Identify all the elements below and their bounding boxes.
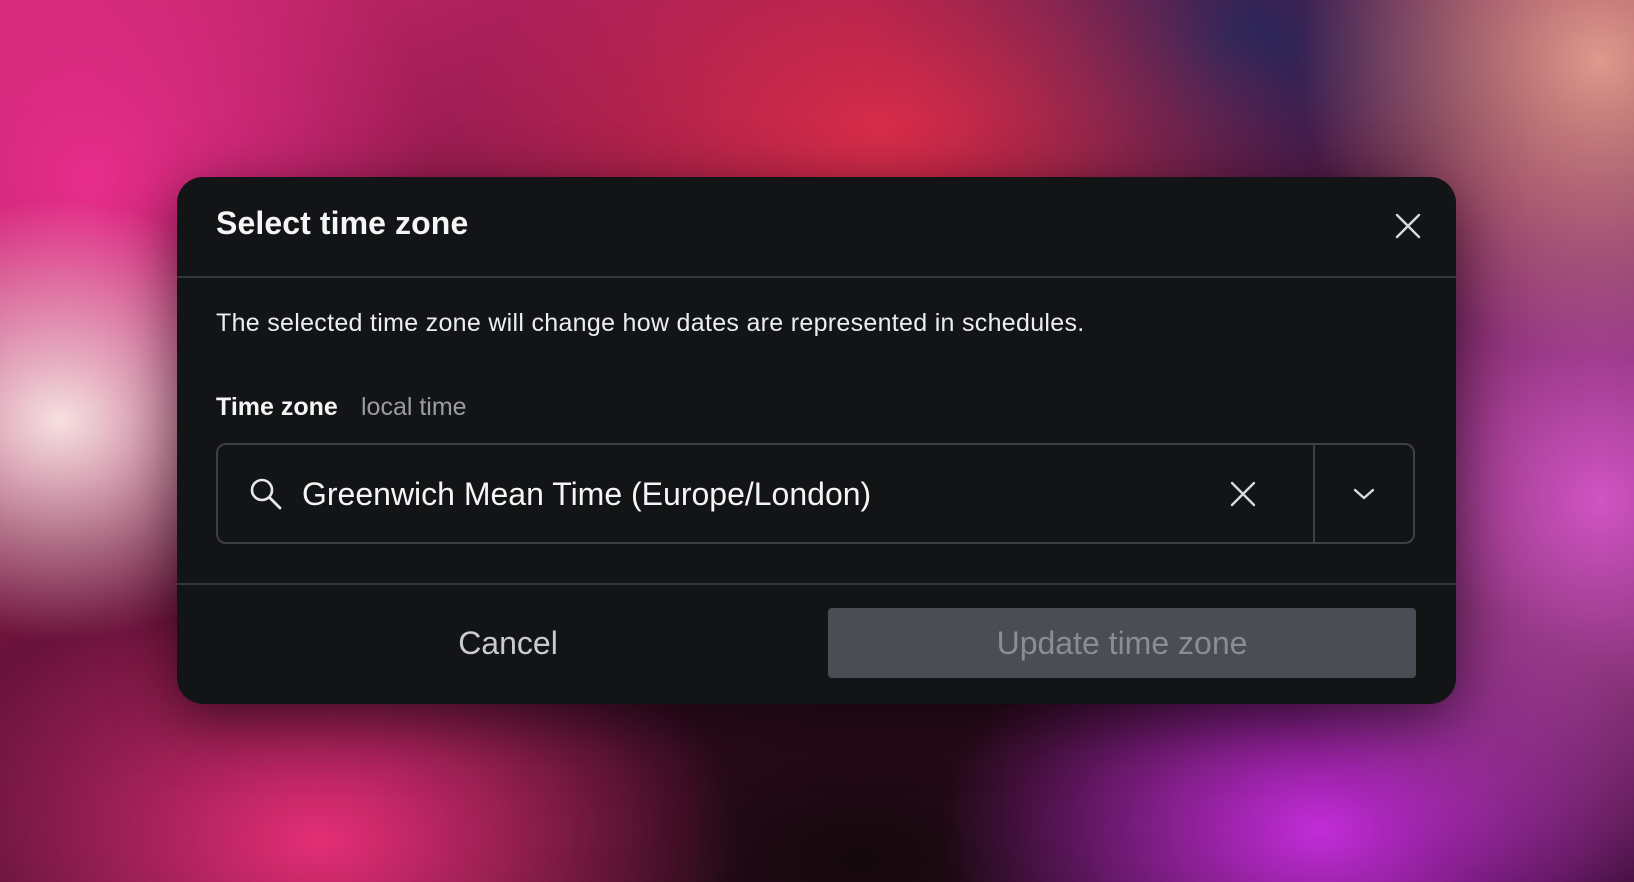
dialog-description: The selected time zone will change how d… — [216, 309, 1085, 337]
time-zone-input[interactable] — [302, 472, 1182, 516]
time-zone-label: Time zone — [216, 393, 338, 421]
chevron-down-icon — [1353, 488, 1375, 499]
close-button[interactable] — [1388, 206, 1428, 246]
time-zone-hint: local time — [361, 393, 467, 421]
close-icon — [1395, 213, 1421, 239]
dialog-title: Select time zone — [216, 205, 469, 241]
dropdown-toggle-button[interactable] — [1315, 445, 1413, 542]
search-icon — [250, 478, 282, 510]
footer-divider — [177, 583, 1456, 585]
cancel-button[interactable]: Cancel — [216, 608, 800, 678]
time-zone-dialog: Select time zone The selected time zone … — [177, 177, 1456, 704]
clear-button[interactable] — [1224, 475, 1262, 513]
clear-icon — [1230, 481, 1256, 507]
update-time-zone-button[interactable]: Update time zone — [828, 608, 1416, 678]
time-zone-combobox[interactable] — [216, 443, 1415, 544]
dialog-header: Select time zone — [177, 177, 1456, 278]
